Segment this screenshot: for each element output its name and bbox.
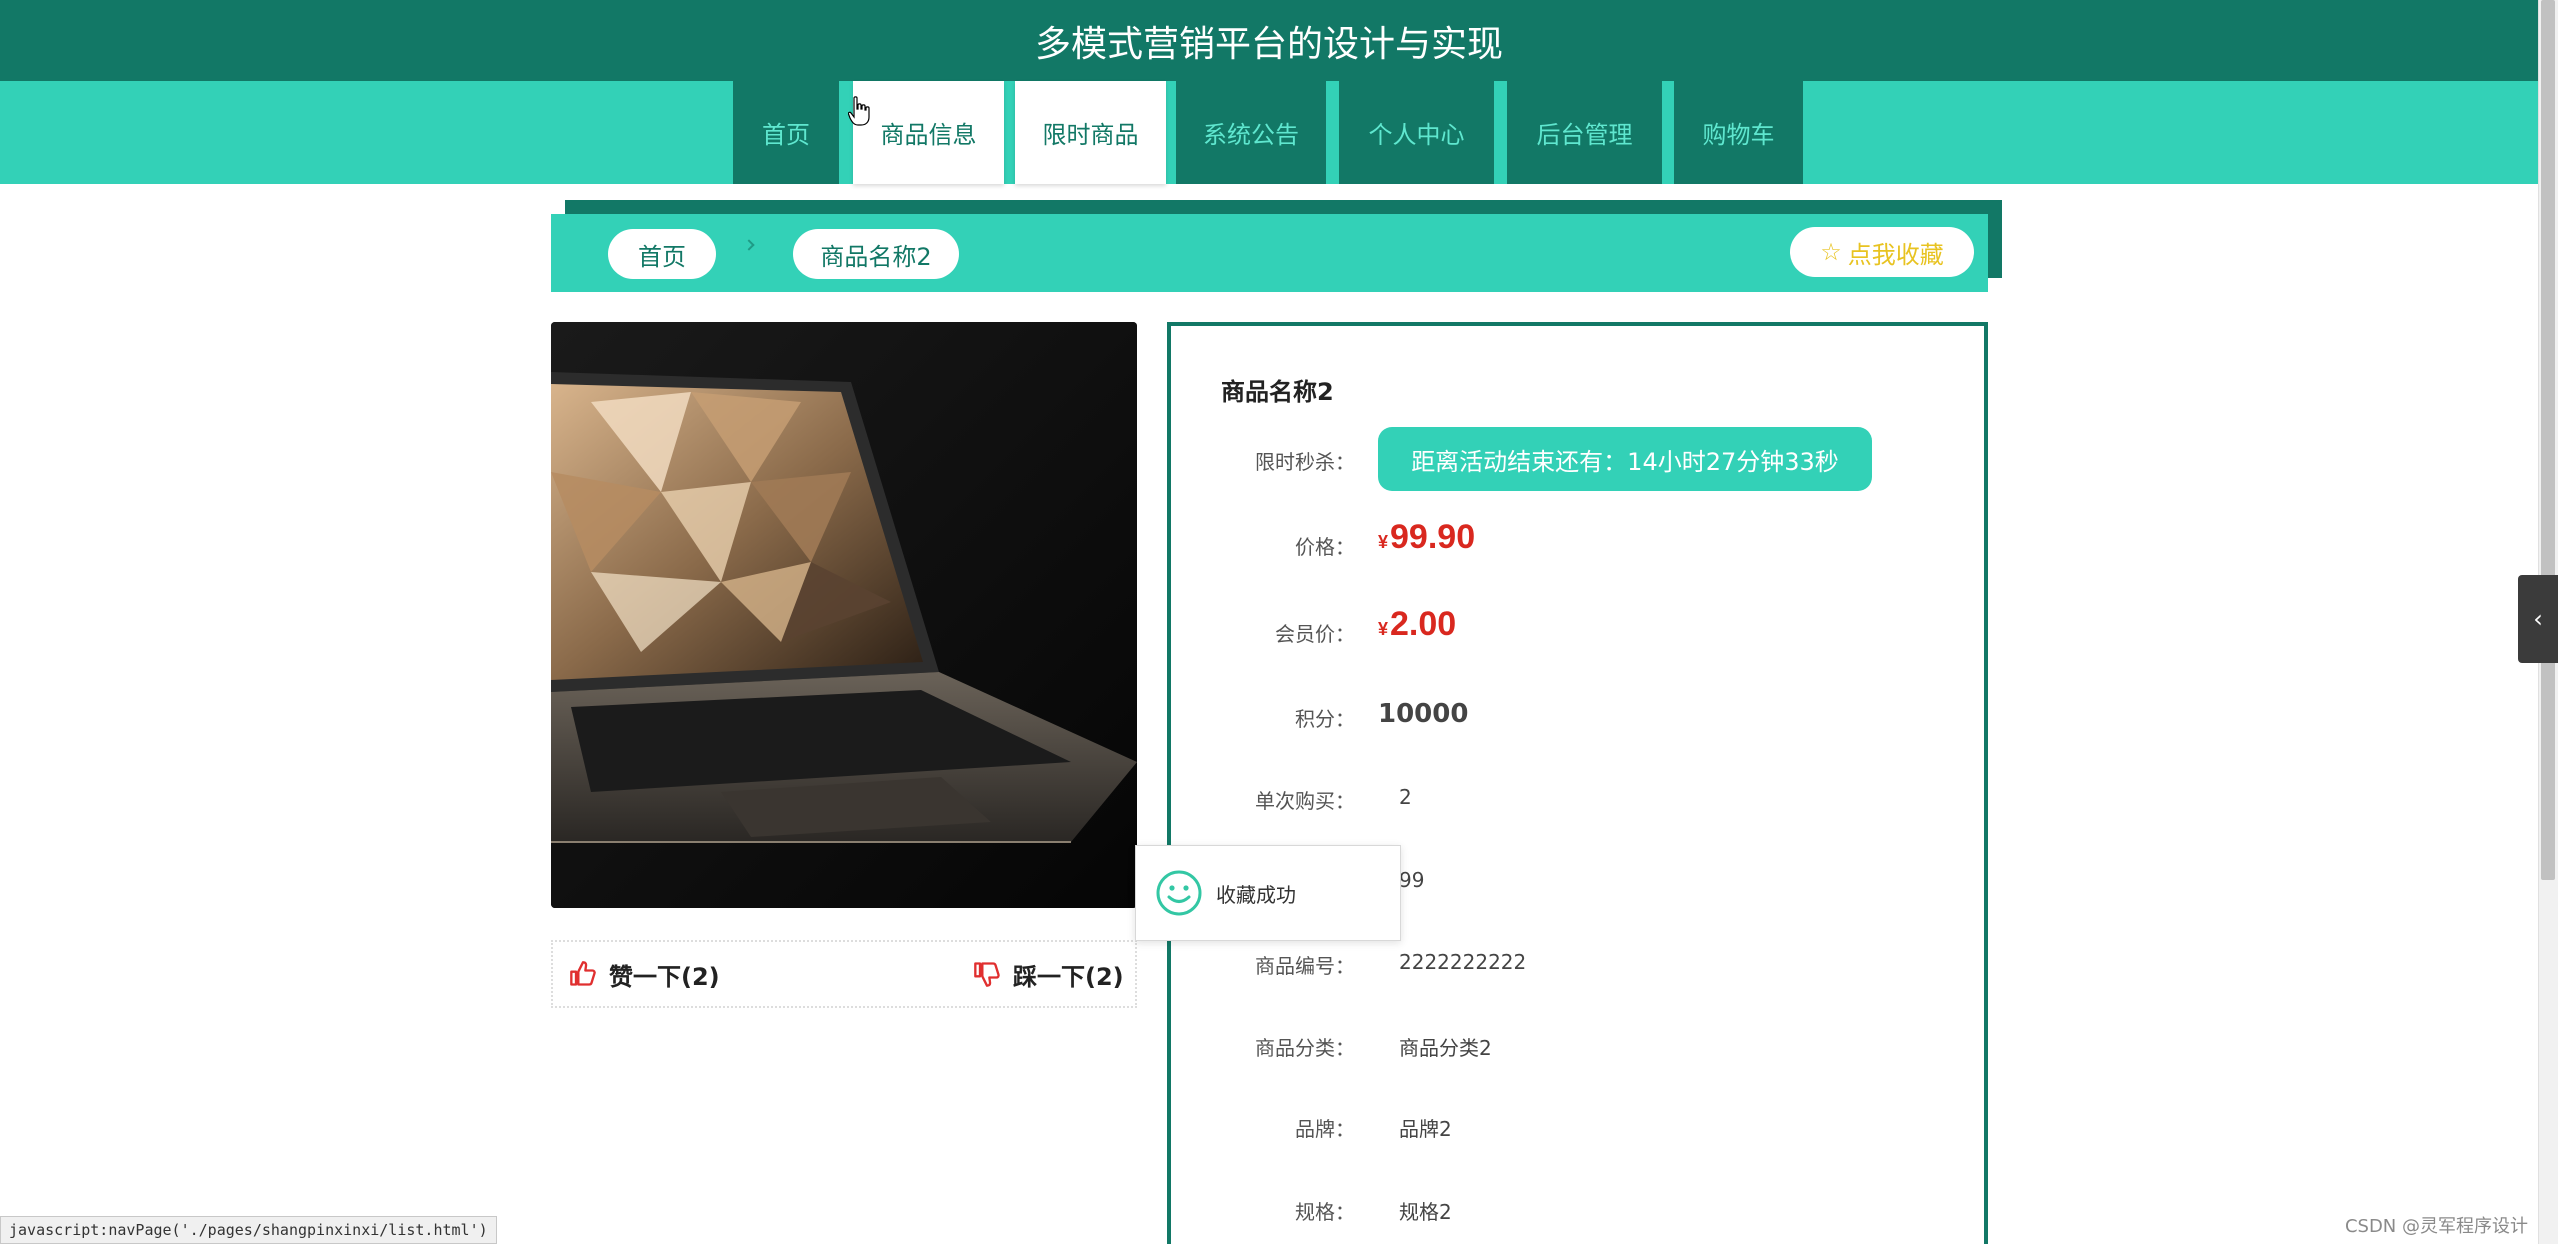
dislike-button[interactable]: 踩一下(2) [973,942,1124,1006]
member-price-label: 会员价： [1275,622,1355,646]
single-purchase-label: 单次购买： [1255,789,1355,813]
spec-label: 规格： [1295,1200,1355,1224]
product-code-label: 商品编号： [1255,954,1355,978]
csdn-watermark: CSDN @灵军程序设计 [2344,1216,2528,1237]
status-bar-url: javascript:navPage('./pages/shangpinxinx… [0,1216,497,1244]
site-title: 多模式营销平台的设计与实现 [0,0,2538,81]
brand-label: 品牌： [1295,1117,1355,1141]
member-price-number: 2.00 [1390,605,1457,643]
product-code-value: 2222222222 [1399,950,1527,974]
favorite-button-label: 点我收藏 [1847,240,1944,269]
category-label: 商品分类： [1255,1036,1355,1060]
smiley-icon [1156,870,1202,916]
side-panel-toggle[interactable]: ‹ [2518,575,2558,663]
laptop-photo-icon [551,322,1137,908]
hand-cursor-icon [848,96,870,126]
product-name: 商品名称2 [1221,378,1334,406]
stock-value: 99 [1399,868,1425,892]
nav-item-flash-products[interactable]: 限时商品 [1015,81,1166,184]
dislike-count: 踩一下(2) [1013,962,1124,991]
spec-value: 规格2 [1399,1200,1452,1224]
single-purchase-value: 2 [1399,785,1412,809]
nav-item-cart[interactable]: 购物车 [1674,81,1803,184]
category-value: 商品分类2 [1399,1036,1492,1060]
star-outline-icon: ☆ [1820,238,1842,266]
thumbs-up-icon [570,961,596,986]
currency-symbol: ¥ [1378,532,1389,552]
flash-sale-label: 限时秒杀： [1255,450,1355,474]
countdown-timer: 距离活动结束还有：14小时27分钟33秒 [1378,427,1872,491]
favorite-button[interactable]: ☆ 点我收藏 [1790,227,1974,277]
chevron-left-icon: ‹ [2533,605,2543,633]
points-label: 积分： [1295,707,1355,731]
nav-item-user-center[interactable]: 个人中心 [1339,81,1494,184]
nav-item-announcements[interactable]: 系统公告 [1176,81,1326,184]
nav-item-admin[interactable]: 后台管理 [1507,81,1662,184]
breadcrumb [551,214,1988,292]
product-image [551,322,1137,908]
favorite-success-toast: 收藏成功 [1135,845,1401,941]
toast-message: 收藏成功 [1216,882,1296,907]
thumbs-down-icon [974,962,1000,987]
like-count: 赞一下(2) [609,962,720,991]
price-value: ¥99.90 [1378,518,1475,557]
price-label: 价格： [1295,535,1355,559]
price-number: 99.90 [1390,518,1476,556]
breadcrumb-home[interactable]: 首页 [608,229,716,279]
currency-symbol: ¥ [1378,619,1389,639]
brand-value: 品牌2 [1399,1117,1452,1141]
points-value: 10000 [1378,699,1469,729]
like-button[interactable]: 赞一下(2) [569,942,720,1006]
nav-item-home[interactable]: 首页 [733,81,839,184]
member-price-value: ¥2.00 [1378,605,1456,644]
scrollbar-thumb[interactable] [2541,0,2555,880]
breadcrumb-current[interactable]: 商品名称2 [793,229,959,279]
nav-item-product-info[interactable]: 商品信息 [853,81,1004,184]
